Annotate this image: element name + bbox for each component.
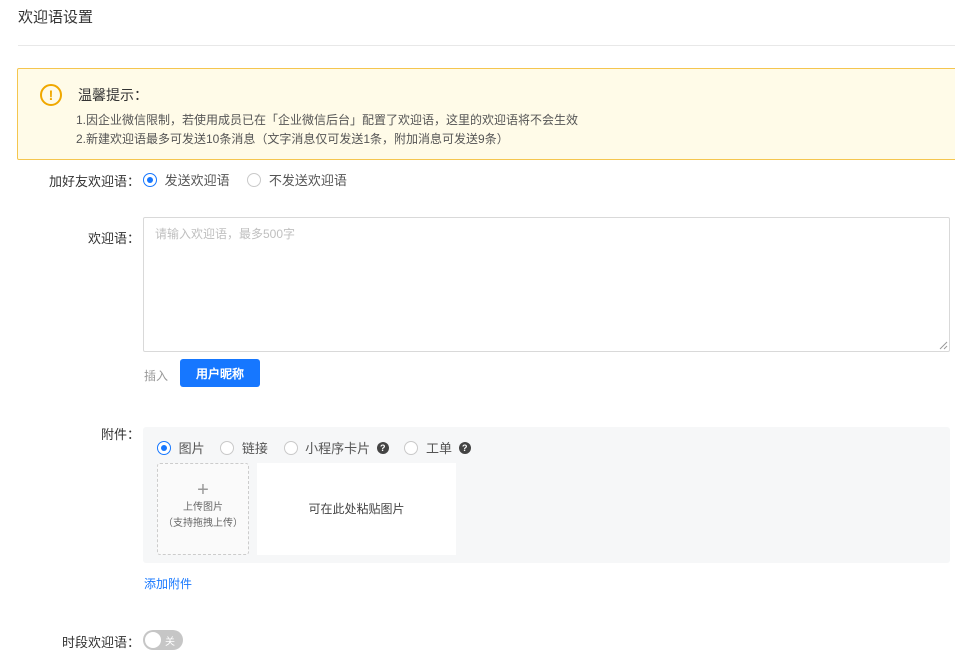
radio-mini-program[interactable]: 小程序卡片 ? [283,438,389,457]
user-nickname-button[interactable]: 用户昵称 [180,359,260,387]
resize-grip-icon[interactable] [938,340,948,350]
radio-label: 不发送欢迎语 [268,173,347,188]
toggle-text: 关 [165,637,175,648]
radio-checked-icon [143,172,157,187]
warning-icon: ! [40,84,62,106]
radio-no-greeting[interactable]: 不发送欢迎语 [247,170,347,189]
attachment-type-radio-group: 图片 链接 小程序卡片 ? 工单 ? [157,438,483,457]
radio-unchecked-icon [283,440,298,455]
radio-unchecked-icon [404,440,419,455]
radio-label: 链接 [241,441,268,456]
radio-unchecked-icon [247,172,262,187]
radio-work-order[interactable]: 工单 ? [404,438,471,457]
notice-line-2: 2.新建欢迎语最多可发送10条消息（文字消息仅可发送1条，附加消息可发送9条） [76,132,509,146]
plus-icon: + [197,479,209,501]
period-greeting-label: 时段欢迎语： [61,635,140,650]
upload-image-dropzone[interactable]: + 上传图片 （支持拖拽上传） [157,463,249,555]
upload-text: 上传图片 [183,502,223,513]
page-title: 欢迎语设置 [18,9,94,26]
radio-image[interactable]: 图片 [157,438,205,457]
radio-link[interactable]: 链接 [220,438,268,457]
radio-label: 小程序卡片 [305,441,371,456]
friend-greeting-label: 加好友欢迎语： [48,174,140,189]
friend-greeting-radio-group: 发送欢迎语 不发送欢迎语 [143,170,361,189]
radio-label: 工单 [426,441,453,456]
radio-label: 发送欢迎语 [164,173,230,188]
notice-title: 温馨提示： [78,87,148,103]
radio-send-greeting[interactable]: 发送欢迎语 [143,170,230,189]
toggle-knob [145,632,161,648]
greeting-textarea[interactable] [143,217,950,352]
paste-image-area[interactable]: 可在此处粘贴图片 [257,463,456,555]
attachment-box: 图片 链接 小程序卡片 ? 工单 ? + 上传图片 （支持拖拽上传） 可在此处粘… [143,427,950,563]
radio-unchecked-icon [220,440,235,455]
radio-label: 图片 [178,441,205,456]
add-attachment-link[interactable]: 添加附件 [144,575,192,592]
notice-box: ! 温馨提示： 1.因企业微信限制，若使用成员已在「企业微信后台」配置了欢迎语，… [17,68,955,160]
insert-label: 插入 [144,369,169,383]
question-icon[interactable]: ? [458,441,471,454]
notice-line-1: 1.因企业微信限制，若使用成员已在「企业微信后台」配置了欢迎语，这里的欢迎语将不… [76,113,579,127]
period-greeting-toggle[interactable]: 关 [143,630,183,650]
greeting-label: 欢迎语： [87,231,140,246]
header-divider [18,45,955,46]
attachment-label: 附件： [100,427,140,442]
question-icon[interactable]: ? [376,441,389,454]
upload-hint: （支持拖拽上传） [163,518,243,529]
radio-checked-icon [157,440,171,455]
